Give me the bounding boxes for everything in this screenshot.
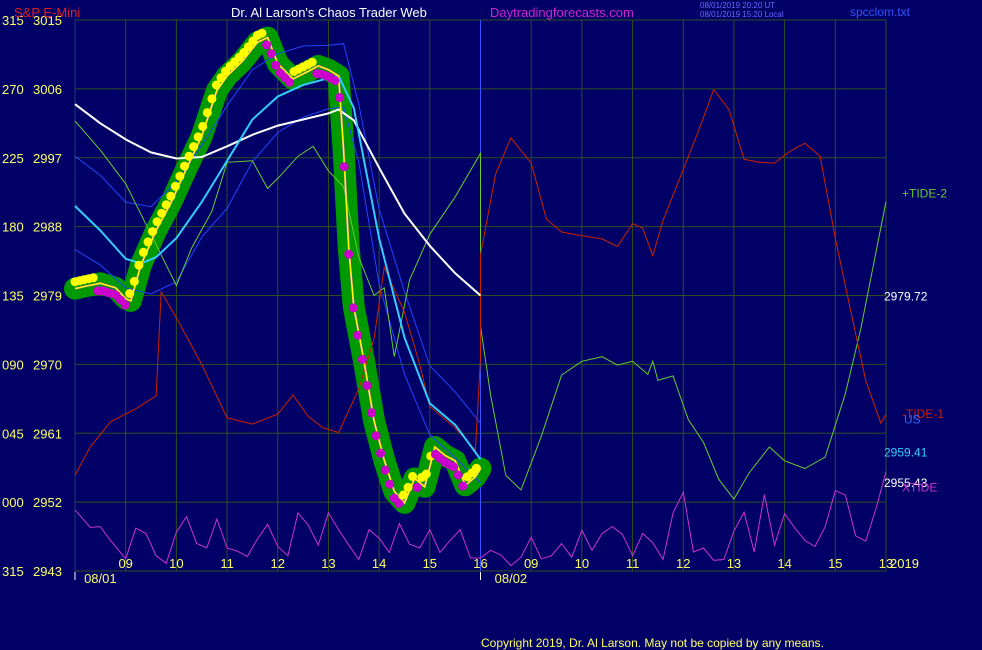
- y-tick-label-left: 225: [2, 151, 24, 166]
- x-tick-label: 14: [372, 556, 386, 571]
- timestamp-local: 08/01/2019 15:20 Local: [700, 10, 784, 19]
- price-dot: [458, 481, 468, 491]
- y-tick-label-left: 045: [2, 426, 24, 441]
- right-label: XTIDE: [902, 481, 937, 495]
- y-tick-label-left: 315: [2, 564, 24, 579]
- y-tick-label-left: 000: [2, 495, 24, 510]
- price-dot: [403, 482, 413, 492]
- year-label: 2019: [890, 556, 919, 571]
- price-dot: [88, 273, 98, 283]
- price-dot: [207, 94, 217, 104]
- price-dot: [353, 330, 363, 340]
- y-tick-label-left: 270: [2, 82, 24, 97]
- y-tick-label-right: 2952: [33, 495, 62, 510]
- price-dot: [344, 249, 354, 259]
- price-dot: [166, 191, 176, 201]
- price-dot: [399, 490, 408, 500]
- price-dot: [412, 482, 422, 492]
- x-tick-label: 10: [575, 556, 589, 571]
- y-tick-label-left: 135: [2, 289, 24, 304]
- price-dot: [175, 171, 185, 181]
- price-dot: [202, 108, 212, 118]
- price-dot: [394, 499, 404, 508]
- y-tick-label-right: 2988: [33, 220, 62, 235]
- x-tick-label: 11: [626, 556, 640, 571]
- y-tick-label-right: 3006: [33, 82, 62, 97]
- price-dot: [339, 162, 349, 172]
- y-tick-label-right: 2961: [33, 426, 62, 441]
- file-name: spcclom.txt: [850, 5, 911, 19]
- y-tick-label-right: 2979: [33, 289, 62, 304]
- price-dot: [307, 57, 317, 67]
- price-dot: [408, 471, 418, 481]
- symbol-label: S&P E-Mini: [14, 5, 81, 20]
- price-dot: [120, 300, 130, 310]
- price-dot: [271, 60, 281, 70]
- chart-background: [0, 0, 982, 650]
- price-dot: [170, 181, 180, 191]
- x-tick-label: 13: [321, 556, 335, 571]
- price-dot: [380, 465, 390, 475]
- timestamp-ut: 08/01/2019 20:20 UT: [700, 1, 776, 10]
- price-dot: [184, 151, 194, 161]
- price-dot: [330, 76, 340, 86]
- price-dot: [180, 161, 189, 171]
- price-dot: [129, 276, 139, 286]
- copyright: Copyright 2019, Dr. Al Larson. May not b…: [481, 636, 824, 650]
- price-dot: [198, 121, 208, 131]
- price-dot: [134, 260, 144, 270]
- x-tick-label: 16: [473, 556, 487, 571]
- price-dot: [143, 237, 153, 247]
- y-tick-label-right: 2997: [33, 151, 62, 166]
- price-dot: [157, 208, 167, 218]
- price-dot: [257, 28, 267, 38]
- price-dot: [284, 77, 294, 87]
- date-label: 08/01: [84, 571, 117, 586]
- y-tick-label-right: 2970: [33, 357, 62, 372]
- price-dot: [348, 303, 358, 313]
- x-tick-label: 09: [118, 556, 132, 571]
- price-dot: [335, 93, 345, 103]
- price-dot: [161, 200, 171, 210]
- price-dot: [376, 448, 386, 458]
- price-dot: [471, 463, 481, 473]
- price-dot: [421, 469, 431, 479]
- x-tick-label: 15: [423, 556, 437, 571]
- right-label: +TIDE-2: [902, 187, 947, 201]
- site-link[interactable]: Daytradingforecasts.com: [490, 5, 634, 20]
- x-tick-label: 10: [169, 556, 183, 571]
- y-tick-label-right: 2943: [33, 564, 62, 579]
- right-label: 2979.72: [884, 289, 928, 303]
- right-label: 2959.41: [884, 445, 928, 459]
- date-label: 08/02: [495, 571, 528, 586]
- x-tick-label: 11: [220, 556, 234, 571]
- right-label: US: [904, 412, 921, 426]
- chart-title: Dr. Al Larson's Chaos Trader Web: [231, 5, 427, 20]
- y-tick-label-left: 180: [2, 220, 24, 235]
- y-tick-label-left: 090: [2, 357, 24, 372]
- price-dot: [138, 247, 148, 257]
- price-dot: [453, 470, 463, 480]
- price-dot: [357, 354, 367, 364]
- price-dot: [385, 479, 395, 489]
- x-tick-label: 14: [777, 556, 791, 571]
- price-dot: [449, 462, 459, 472]
- price-dot: [148, 227, 158, 237]
- price-dot: [125, 289, 135, 298]
- price-dot: [189, 142, 199, 152]
- price-dot: [371, 431, 381, 441]
- price-dot: [262, 40, 272, 50]
- price-dot: [362, 381, 372, 391]
- x-tick-label: 15: [828, 556, 842, 571]
- x-tick-label: 12: [676, 556, 690, 571]
- price-dot: [193, 132, 203, 142]
- x-tick-label: 13: [727, 556, 741, 571]
- x-tick-label: 09: [524, 556, 538, 571]
- price-dot: [152, 217, 162, 227]
- chaos-trader-chart: 315 3015270 3006225 2997180 2988135 2979090 29…: [0, 0, 982, 650]
- x-tick-label: 12: [271, 556, 285, 571]
- price-dot: [367, 408, 376, 418]
- price-dot: [266, 49, 276, 59]
